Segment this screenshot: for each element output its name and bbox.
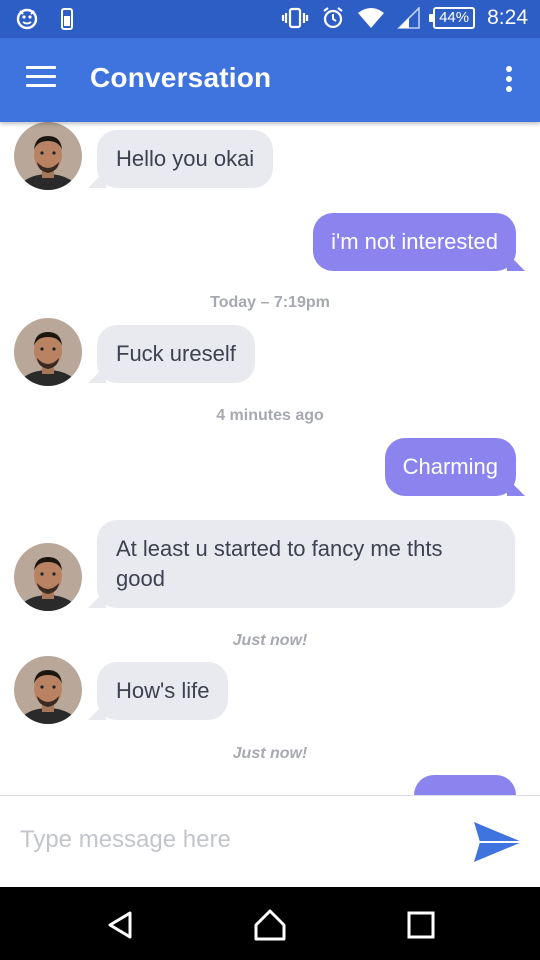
status-bar: 44% 8:24 bbox=[0, 0, 540, 38]
send-icon[interactable] bbox=[472, 820, 524, 864]
timestamp: 4 minutes ago bbox=[216, 407, 324, 424]
home-icon[interactable] bbox=[252, 907, 288, 943]
composer-bar bbox=[0, 795, 540, 887]
back-icon[interactable] bbox=[102, 907, 138, 943]
message-bubble-outgoing[interactable]: Charming bbox=[384, 438, 516, 496]
avatar[interactable] bbox=[14, 656, 82, 724]
app-bar: Conversation bbox=[0, 38, 540, 122]
message-bubble[interactable]: Fuck ureself bbox=[97, 325, 255, 383]
message-input[interactable] bbox=[20, 818, 440, 862]
phone-screen: 44% 8:24 Conversation Hello you okai i'm… bbox=[0, 0, 540, 960]
recents-icon[interactable] bbox=[403, 907, 439, 943]
avatar[interactable] bbox=[14, 543, 82, 611]
hamburger-menu-icon[interactable] bbox=[26, 66, 58, 92]
vibrate-icon bbox=[281, 5, 309, 31]
more-vert-icon[interactable] bbox=[504, 66, 514, 96]
timestamp: Just now! bbox=[232, 745, 308, 762]
avatar[interactable] bbox=[14, 318, 82, 386]
message-incoming: Hello you okai bbox=[0, 122, 540, 202]
timestamp: Just now! bbox=[232, 632, 308, 649]
battery-icon: 44% bbox=[429, 7, 476, 29]
message-incoming: Fuck ureself bbox=[0, 318, 540, 398]
wifi-icon bbox=[357, 5, 385, 31]
signal-icon bbox=[397, 5, 421, 31]
page-title: Conversation bbox=[90, 62, 272, 93]
message-bubble-outgoing-partial[interactable] bbox=[414, 775, 516, 795]
timestamp: Today – 7:19pm bbox=[210, 294, 330, 311]
phone-icon bbox=[60, 6, 74, 32]
message-list[interactable]: Hello you okai i'm not interested Today … bbox=[0, 122, 540, 795]
notification-icon bbox=[16, 6, 38, 32]
message-incoming: At least u started to fancy me thts good bbox=[0, 520, 540, 612]
status-clock: 8:24 bbox=[487, 6, 528, 29]
avatar[interactable] bbox=[14, 122, 82, 190]
navigation-bar bbox=[0, 887, 540, 960]
message-bubble-outgoing[interactable]: i'm not interested bbox=[313, 213, 516, 271]
message-bubble[interactable]: How's life bbox=[97, 662, 229, 720]
message-bubble[interactable]: Hello you okai bbox=[97, 130, 274, 188]
message-incoming: How's life bbox=[0, 656, 540, 736]
message-bubble[interactable]: At least u started to fancy me thts good bbox=[97, 520, 515, 608]
alarm-icon bbox=[321, 5, 345, 31]
